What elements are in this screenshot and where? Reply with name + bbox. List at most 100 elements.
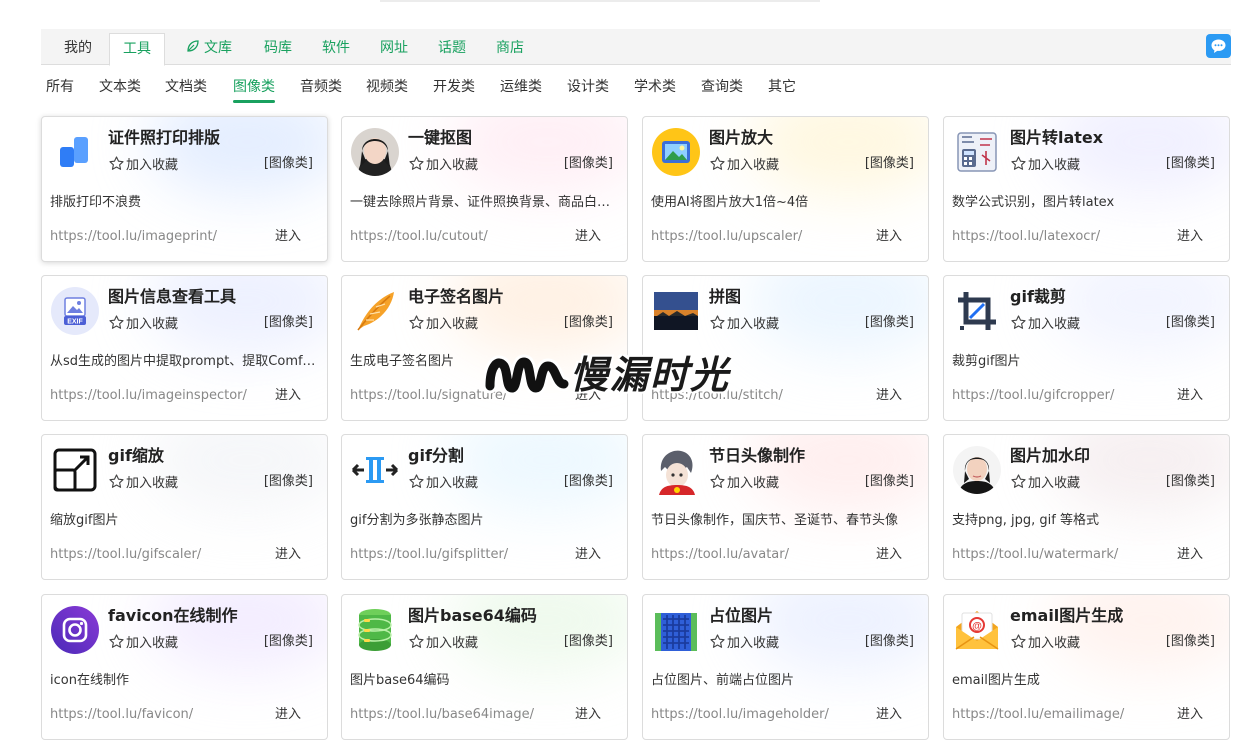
enter-button[interactable]: 进入 — [575, 387, 601, 405]
tool-url[interactable]: https://tool.lu/upscaler/ — [651, 228, 856, 246]
add-favorite-button[interactable]: 加入收藏 — [709, 633, 779, 653]
nav-tab-topics[interactable]: 话题 — [438, 29, 466, 65]
add-favorite-button[interactable]: 加入收藏 — [1010, 314, 1080, 334]
tool-title[interactable]: 图片放大 — [709, 127, 773, 149]
add-favorite-button[interactable]: 加入收藏 — [108, 473, 178, 493]
category-tab-query[interactable]: 查询类 — [701, 77, 743, 97]
category-tab-all[interactable]: 所有 — [46, 77, 74, 97]
add-favorite-button[interactable]: 加入收藏 — [408, 155, 478, 175]
tool-url[interactable]: https://tool.lu/watermark/ — [952, 546, 1157, 564]
tool-card[interactable]: @ email图片生成 加入收藏 [图像类] email图片生成 https:/… — [943, 594, 1230, 740]
tool-card[interactable]: 图片base64编码 加入收藏 [图像类] 图片base64编码 https:/… — [341, 594, 628, 740]
tool-title[interactable]: 节日头像制作 — [709, 445, 805, 467]
tool-card[interactable]: 图片转latex 加入收藏 [图像类] 数学公式识别，图片转latex http… — [943, 116, 1230, 262]
tool-url[interactable]: https://tool.lu/imageholder/ — [651, 706, 856, 724]
tool-card[interactable]: 节日头像制作 加入收藏 [图像类] 节日头像制作，国庆节、圣诞节、春节头像 ht… — [642, 434, 929, 580]
category-tab-image[interactable]: 图像类 — [233, 77, 275, 103]
enter-button[interactable]: 进入 — [1177, 228, 1203, 246]
tool-url[interactable]: https://tool.lu/gifsplitter/ — [350, 546, 555, 564]
tool-card[interactable]: favicon在线制作 加入收藏 [图像类] icon在线制作 https://… — [41, 594, 328, 740]
category-tab-dev[interactable]: 开发类 — [433, 77, 475, 97]
tool-url[interactable]: https://tool.lu/emailimage/ — [952, 706, 1157, 724]
nav-tab-library[interactable]: 文库 — [186, 29, 232, 65]
add-favorite-button[interactable]: 加入收藏 — [709, 155, 779, 175]
tool-title[interactable]: 占位图片 — [709, 605, 773, 627]
category-tab-ops[interactable]: 运维类 — [500, 77, 542, 97]
nav-tab-code[interactable]: 码库 — [264, 29, 292, 65]
enter-button[interactable]: 进入 — [1177, 387, 1203, 405]
nav-tab-tools[interactable]: 工具 — [109, 33, 165, 66]
category-tab-video[interactable]: 视频类 — [366, 77, 408, 97]
tool-url[interactable]: https://tool.lu/favicon/ — [50, 706, 255, 724]
enter-button[interactable]: 进入 — [575, 228, 601, 246]
category-tab-other[interactable]: 其它 — [768, 77, 796, 97]
add-favorite-button[interactable]: 加入收藏 — [108, 155, 178, 175]
add-favorite-button[interactable]: 加入收藏 — [408, 314, 478, 334]
enter-button[interactable]: 进入 — [876, 706, 902, 724]
tool-title[interactable]: email图片生成 — [1010, 605, 1123, 627]
tool-url[interactable]: https://tool.lu/imageinspector/ — [50, 387, 255, 405]
enter-button[interactable]: 进入 — [275, 546, 301, 564]
tool-title[interactable]: 拼图 — [709, 286, 741, 308]
tool-url[interactable]: https://tool.lu/avatar/ — [651, 546, 856, 564]
tool-url[interactable]: https://tool.lu/imageprint/ — [50, 228, 255, 246]
tool-card[interactable]: EXIF 图片信息查看工具 加入收藏 [图像类] 从sd生成的图片中提取prom… — [41, 275, 328, 421]
tool-url[interactable]: https://tool.lu/cutout/ — [350, 228, 555, 246]
chat-button[interactable] — [1206, 34, 1231, 58]
add-favorite-button[interactable]: 加入收藏 — [1010, 473, 1080, 493]
enter-button[interactable]: 进入 — [1177, 546, 1203, 564]
tool-card[interactable]: 电子签名图片 加入收藏 [图像类] 生成电子签名图片 https://tool.… — [341, 275, 628, 421]
tool-card[interactable]: 证件照打印排版 加入收藏 [图像类] 排版打印不浪费 https://tool.… — [41, 116, 328, 262]
tool-title[interactable]: 证件照打印排版 — [108, 127, 220, 149]
category-tab-text[interactable]: 文本类 — [99, 77, 141, 97]
tool-title[interactable]: 电子签名图片 — [408, 286, 504, 308]
add-favorite-button[interactable]: 加入收藏 — [108, 314, 178, 334]
tool-title[interactable]: gif缩放 — [108, 445, 164, 467]
enter-button[interactable]: 进入 — [876, 546, 902, 564]
tool-card[interactable]: 图片加水印 加入收藏 [图像类] 支持png, jpg, gif 等格式 htt… — [943, 434, 1230, 580]
category-tab-document[interactable]: 文档类 — [165, 77, 207, 97]
add-favorite-button[interactable]: 加入收藏 — [1010, 155, 1080, 175]
tool-title[interactable]: favicon在线制作 — [108, 605, 238, 627]
add-favorite-button[interactable]: 加入收藏 — [1010, 633, 1080, 653]
tool-title[interactable]: gif裁剪 — [1010, 286, 1066, 308]
enter-button[interactable]: 进入 — [575, 546, 601, 564]
enter-button[interactable]: 进入 — [1177, 706, 1203, 724]
tool-url[interactable]: https://tool.lu/signature/ — [350, 387, 555, 405]
tool-url[interactable]: https://tool.lu/latexocr/ — [952, 228, 1157, 246]
add-favorite-button[interactable]: 加入收藏 — [709, 473, 779, 493]
add-favorite-button[interactable]: 加入收藏 — [709, 314, 779, 334]
enter-button[interactable]: 进入 — [876, 387, 902, 405]
tool-url[interactable]: https://tool.lu/base64image/ — [350, 706, 555, 724]
tool-card[interactable]: 占位图片 加入收藏 [图像类] 占位图片、前端占位图片 https://tool… — [642, 594, 929, 740]
tool-card[interactable]: gif缩放 加入收藏 [图像类] 缩放gif图片 https://tool.lu… — [41, 434, 328, 580]
category-tab-audio[interactable]: 音频类 — [300, 77, 342, 97]
enter-button[interactable]: 进入 — [575, 706, 601, 724]
nav-tab-mine[interactable]: 我的 — [64, 29, 92, 65]
tool-title[interactable]: gif分割 — [408, 445, 464, 467]
tool-title[interactable]: 图片加水印 — [1010, 445, 1090, 467]
tool-url[interactable]: https://tool.lu/stitch/ — [651, 387, 856, 405]
tool-title[interactable]: 图片信息查看工具 — [108, 286, 236, 308]
nav-tab-sites[interactable]: 网址 — [380, 29, 408, 65]
add-favorite-button[interactable]: 加入收藏 — [408, 473, 478, 493]
enter-button[interactable]: 进入 — [275, 387, 301, 405]
enter-button[interactable]: 进入 — [876, 228, 902, 246]
tool-card[interactable]: 拼图 加入收藏 [图像类] https://tool.lu/stitch/ 进入 — [642, 275, 929, 421]
enter-button[interactable]: 进入 — [275, 706, 301, 724]
nav-tab-software[interactable]: 软件 — [322, 29, 350, 65]
tool-title[interactable]: 一键抠图 — [408, 127, 472, 149]
tool-title[interactable]: 图片base64编码 — [408, 605, 537, 627]
tool-url[interactable]: https://tool.lu/gifscaler/ — [50, 546, 255, 564]
tool-card[interactable]: 图片放大 加入收藏 [图像类] 使用AI将图片放大1倍~4倍 https://t… — [642, 116, 929, 262]
tool-url[interactable]: https://tool.lu/gifcropper/ — [952, 387, 1157, 405]
add-favorite-button[interactable]: 加入收藏 — [108, 633, 178, 653]
tool-title[interactable]: 图片转latex — [1010, 127, 1103, 149]
category-tab-design[interactable]: 设计类 — [567, 77, 609, 97]
nav-tab-store[interactable]: 商店 — [496, 29, 524, 65]
tool-card[interactable]: 一键抠图 加入收藏 [图像类] 一键去除照片背景、证件照换背景、商品白底图 ht… — [341, 116, 628, 262]
add-favorite-button[interactable]: 加入收藏 — [408, 633, 478, 653]
tool-card[interactable]: gif裁剪 加入收藏 [图像类] 裁剪gif图片 https://tool.lu… — [943, 275, 1230, 421]
tool-card[interactable]: gif分割 加入收藏 [图像类] gif分割为多张静态图片 https://to… — [341, 434, 628, 580]
enter-button[interactable]: 进入 — [275, 228, 301, 246]
